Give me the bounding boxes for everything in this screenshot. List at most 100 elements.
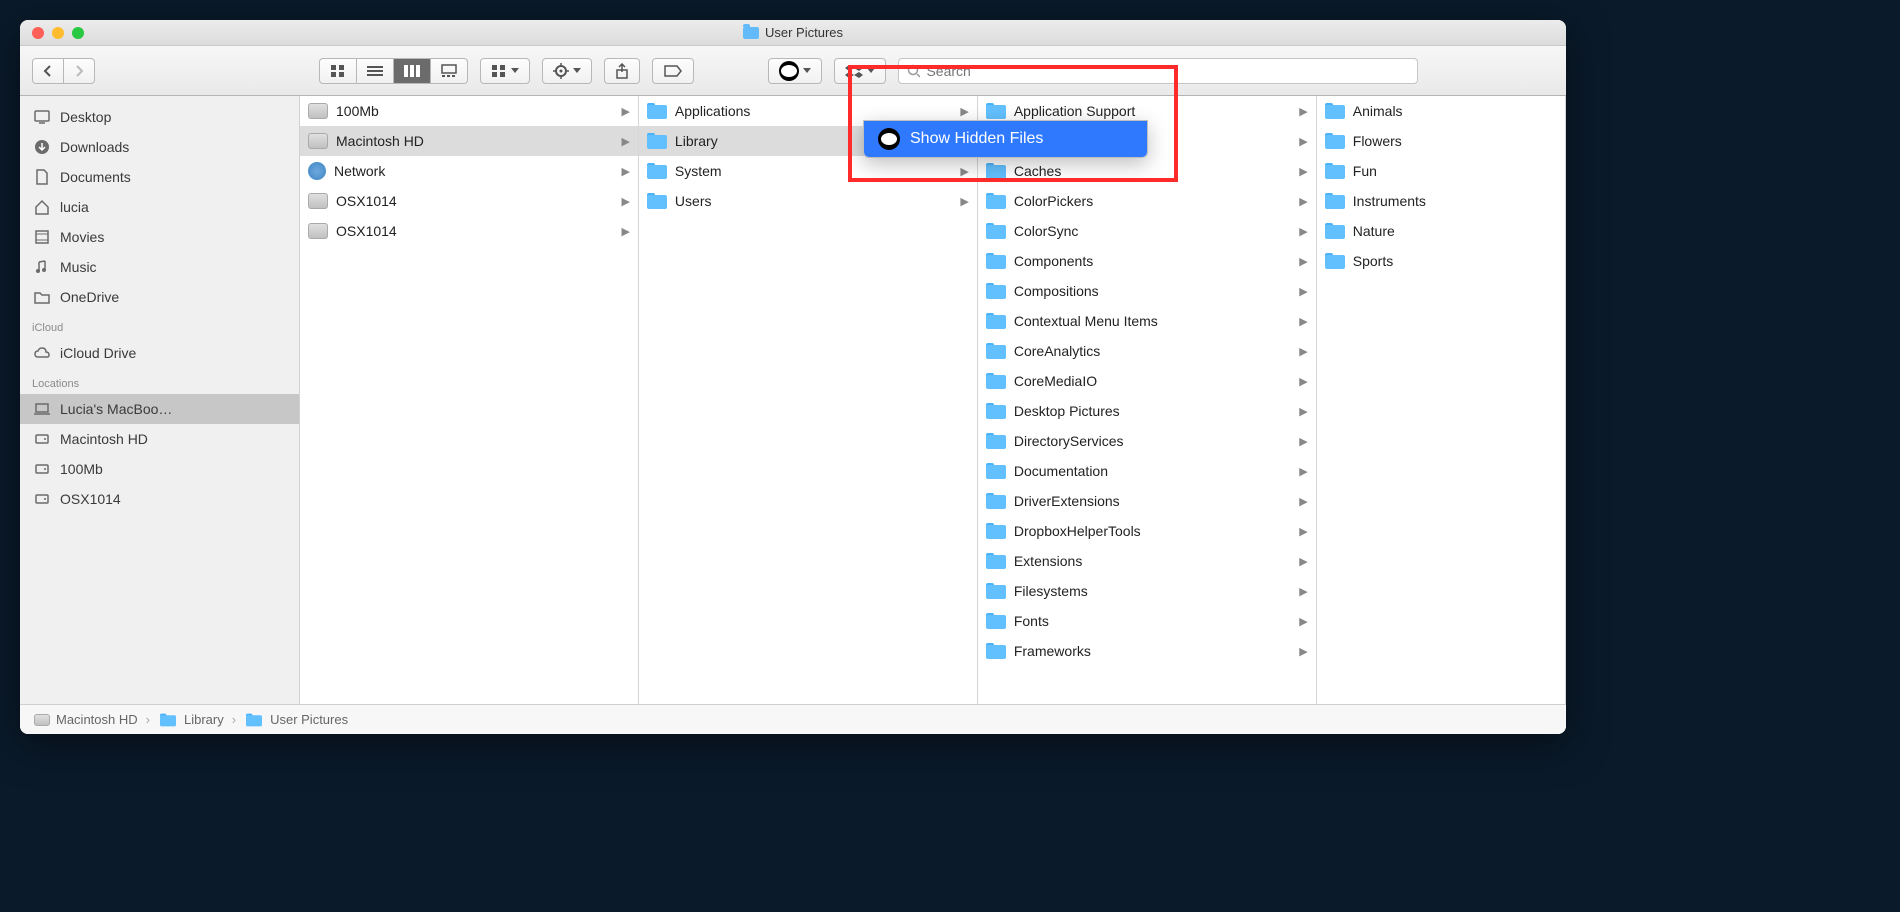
path-segment[interactable]: User Pictures — [244, 712, 348, 728]
column-item[interactable]: OSX1014▶ — [300, 186, 638, 216]
folder-icon — [986, 583, 1006, 599]
list-view-button[interactable] — [357, 58, 394, 84]
sidebar-item[interactable]: Documents — [20, 162, 299, 192]
sidebar-item[interactable]: Music — [20, 252, 299, 282]
path-segment[interactable]: Library — [158, 712, 224, 728]
browser-column: Animals Flowers Fun InstrumentsNatureSports — [1317, 96, 1566, 704]
sidebar-item-label: OneDrive — [60, 289, 119, 305]
close-button[interactable] — [32, 27, 44, 39]
disk-icon — [308, 103, 328, 119]
column-item[interactable]: Animals — [1317, 96, 1565, 126]
browser-column: Application Support▶Audio▶Caches▶ColorPi… — [978, 96, 1317, 704]
column-item-label: DropboxHelperTools — [1014, 523, 1141, 539]
browser-column: Applications▶Library▶System▶Users▶ — [639, 96, 978, 704]
column-item[interactable]: Fun — [1317, 156, 1565, 186]
column-item[interactable]: Sports — [1317, 246, 1565, 276]
sidebar-item[interactable]: Downloads — [20, 132, 299, 162]
path-segment[interactable]: Macintosh HD — [34, 712, 138, 727]
column-item[interactable]: Documentation▶ — [978, 456, 1316, 486]
chevron-right-icon: ▶ — [1299, 435, 1307, 448]
column-item[interactable]: DirectoryServices▶ — [978, 426, 1316, 456]
folder-icon — [986, 313, 1006, 329]
sidebar-item-label: Documents — [60, 169, 131, 185]
column-item-label: Library — [675, 133, 718, 149]
folder-icon — [986, 223, 1006, 239]
forward-button[interactable] — [64, 58, 95, 84]
search-input[interactable] — [926, 63, 1409, 79]
search-icon — [907, 64, 920, 78]
column-item[interactable]: Frameworks▶ — [978, 636, 1316, 666]
column-item[interactable]: 100Mb▶ — [300, 96, 638, 126]
chevron-right-icon: ▶ — [1299, 285, 1307, 298]
tags-button[interactable] — [652, 58, 694, 84]
hidden-files-toolbar-button[interactable] — [768, 58, 822, 84]
gallery-view-button[interactable] — [431, 58, 468, 84]
sidebar-item[interactable]: OSX1014 — [20, 484, 299, 514]
folder-icon — [986, 253, 1006, 269]
column-item-label: Fun — [1353, 163, 1377, 179]
show-hidden-files-item[interactable]: Show Hidden Files — [864, 121, 1147, 157]
column-item[interactable]: Components▶ — [978, 246, 1316, 276]
chevron-right-icon: ▶ — [1299, 405, 1307, 418]
cloud-icon — [32, 343, 52, 363]
downloads-icon — [32, 137, 52, 157]
column-item[interactable]: CoreMediaIO▶ — [978, 366, 1316, 396]
folder-icon — [647, 163, 667, 179]
column-item[interactable]: Nature — [1317, 216, 1565, 246]
column-item[interactable]: OSX1014▶ — [300, 216, 638, 246]
back-button[interactable] — [32, 58, 64, 84]
group-by-button[interactable] — [480, 58, 530, 84]
column-item[interactable]: Contextual Menu Items▶ — [978, 306, 1316, 336]
column-item[interactable]: ColorSync▶ — [978, 216, 1316, 246]
column-item[interactable]: Macintosh HD ▶ — [300, 126, 638, 156]
column-item[interactable]: Extensions▶ — [978, 546, 1316, 576]
sidebar-item[interactable]: Desktop — [20, 102, 299, 132]
column-item-label: Flowers — [1353, 133, 1402, 149]
column-item[interactable]: Desktop Pictures▶ — [978, 396, 1316, 426]
column-item-label: OSX1014 — [336, 193, 397, 209]
maximize-button[interactable] — [72, 27, 84, 39]
column-item[interactable]: ColorPickers▶ — [978, 186, 1316, 216]
column-item-label: Documentation — [1014, 463, 1108, 479]
column-item-label: ColorSync — [1014, 223, 1079, 239]
search-box[interactable] — [898, 58, 1418, 84]
folder-icon — [986, 283, 1006, 299]
folder-icon — [1325, 253, 1345, 269]
chevron-right-icon: ▶ — [621, 135, 629, 148]
column-item[interactable]: DriverExtensions▶ — [978, 486, 1316, 516]
dropbox-button[interactable] — [834, 58, 886, 84]
folder-icon — [986, 613, 1006, 629]
column-item-label: Macintosh HD — [336, 133, 424, 149]
sidebar-item[interactable]: OneDrive — [20, 282, 299, 312]
minimize-button[interactable] — [52, 27, 64, 39]
sidebar: DesktopDownloads Documents luciaMoviesMusi… — [20, 96, 300, 704]
column-item[interactable]: Filesystems▶ — [978, 576, 1316, 606]
action-button[interactable] — [542, 58, 592, 84]
chevron-right-icon: ▶ — [960, 195, 968, 208]
column-item[interactable]: CoreAnalytics▶ — [978, 336, 1316, 366]
folder-icon — [986, 343, 1006, 359]
sidebar-item-label: Lucia's MacBoo… — [60, 401, 172, 417]
column-item[interactable]: Flowers — [1317, 126, 1565, 156]
column-item[interactable]: Compositions ▶ — [978, 276, 1316, 306]
share-button[interactable] — [604, 58, 640, 84]
column-item-label: Compositions — [1014, 283, 1099, 299]
sidebar-item[interactable]: Movies — [20, 222, 299, 252]
column-browser: 100Mb▶Macintosh HD▶Network▶OSX1014▶OSX10… — [300, 96, 1566, 704]
column-item[interactable]: DropboxHelperTools▶ — [978, 516, 1316, 546]
column-view-button[interactable] — [394, 58, 431, 84]
column-item-label: Components — [1014, 253, 1093, 269]
column-item[interactable]: Instruments — [1317, 186, 1565, 216]
column-item[interactable]: System▶ — [639, 156, 977, 186]
column-item[interactable]: Users▶ — [639, 186, 977, 216]
sidebar-item[interactable]: iCloud Drive — [20, 338, 299, 368]
icon-view-button[interactable] — [319, 58, 357, 84]
sidebar-item[interactable]: Lucia's MacBoo… — [20, 394, 299, 424]
column-item[interactable]: Fonts▶ — [978, 606, 1316, 636]
column-item-label: ColorPickers — [1014, 193, 1093, 209]
column-item[interactable]: Network▶ — [300, 156, 638, 186]
column-item[interactable]: Caches▶ — [978, 156, 1316, 186]
sidebar-item[interactable]: Macintosh HD — [20, 424, 299, 454]
sidebar-item[interactable]: 100Mb — [20, 454, 299, 484]
sidebar-item[interactable]: lucia — [20, 192, 299, 222]
